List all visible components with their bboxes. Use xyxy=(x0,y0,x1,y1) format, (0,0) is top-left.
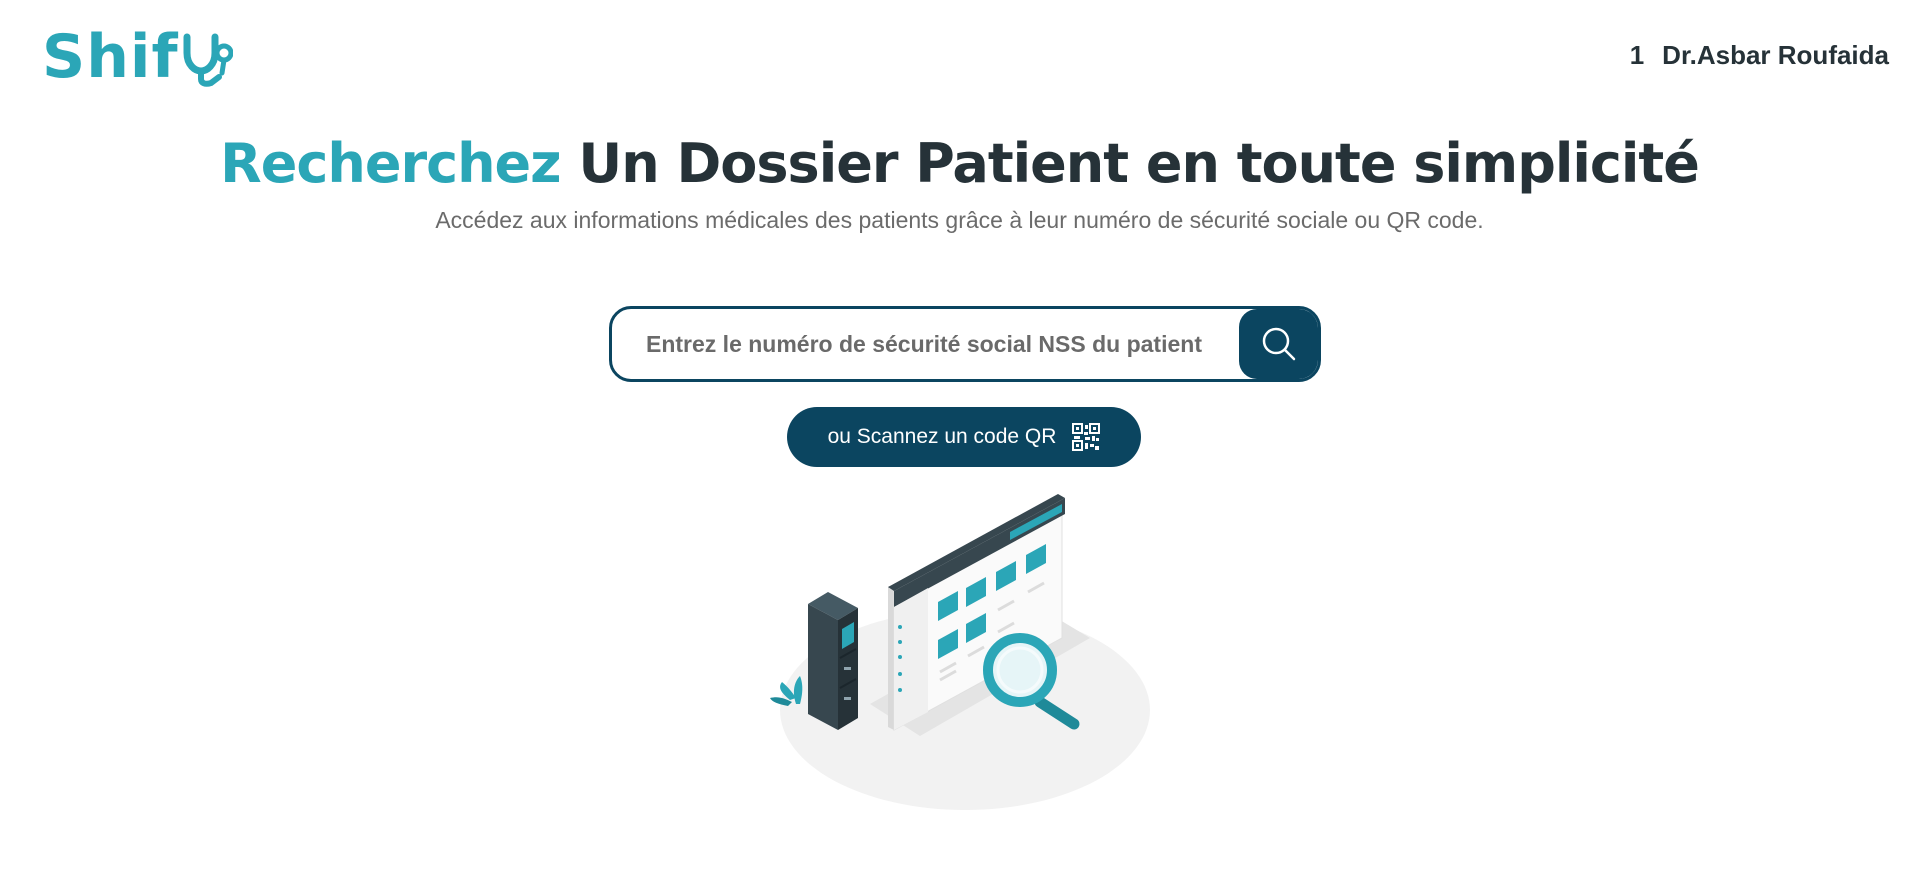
scan-qr-label: ou Scannez un code QR xyxy=(827,425,1057,448)
page-subtitle: Accédez aux informations médicales des p… xyxy=(435,207,1484,233)
search-icon xyxy=(1262,327,1296,361)
search-button[interactable] xyxy=(1239,309,1318,379)
page-title: Recherchez Un Dossier Patient en toute s… xyxy=(0,132,1919,195)
qr-code-icon xyxy=(1072,423,1101,451)
user-menu[interactable]: 1 Dr.Asbar Roufaida xyxy=(1630,40,1889,71)
user-badge: 1 xyxy=(1629,40,1645,70)
stethoscope-icon xyxy=(183,33,233,87)
search-bar xyxy=(609,306,1321,382)
nss-search-input[interactable] xyxy=(612,309,1239,379)
scan-qr-button[interactable]: ou Scannez un code QR xyxy=(787,407,1141,467)
logo[interactable]: Shif xyxy=(42,22,233,92)
title-accent: Recherchez xyxy=(220,132,561,195)
title-rest: Un Dossier Patient en toute simplicité xyxy=(578,132,1699,195)
header: Shif 1 Dr.Asbar Roufaida xyxy=(0,0,1919,110)
file-search-illustration xyxy=(770,492,1170,817)
logo-text: Shif xyxy=(42,22,179,92)
user-name: Dr.Asbar Roufaida xyxy=(1662,40,1889,70)
page: Shif 1 Dr.Asbar Roufaida Recherchez Un D… xyxy=(0,0,1919,873)
